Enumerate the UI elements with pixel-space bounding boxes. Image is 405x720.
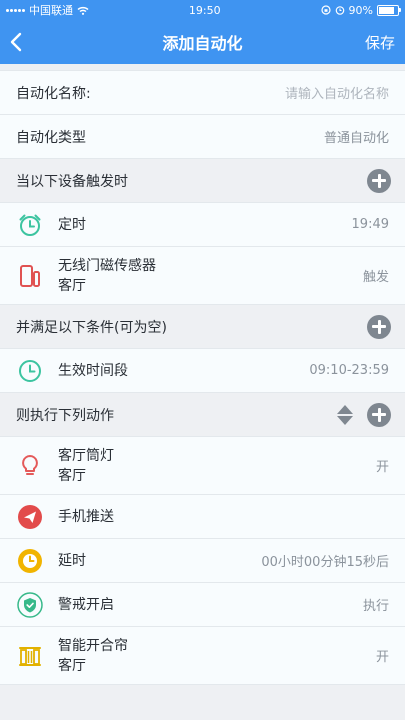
alarm-icon <box>335 6 344 15</box>
clock-icon <box>16 357 44 385</box>
conditions-header: 并满足以下条件(可为空) <box>0 305 405 349</box>
add-trigger-button[interactable] <box>367 168 391 193</box>
sort-icon[interactable] <box>335 403 355 427</box>
back-button[interactable] <box>10 27 40 57</box>
action-value: 00小时00分钟15秒后 <box>261 555 389 570</box>
door-sensor-icon <box>16 262 44 290</box>
action-title: 手机推送 <box>58 508 114 525</box>
alarm-clock-icon <box>16 211 44 239</box>
curtain-icon <box>16 642 44 670</box>
action-item-delay[interactable]: 延时 00小时00分钟15秒后 <box>0 539 405 583</box>
action-item-curtain[interactable]: 智能开合帘 客厅 开 <box>0 627 405 685</box>
automation-type-row[interactable]: 自动化类型 普通自动化 <box>0 115 405 159</box>
automation-type-value: 普通自动化 <box>323 131 389 146</box>
action-title: 客厅筒灯 <box>58 447 114 464</box>
automation-name-row[interactable]: 自动化名称: 请输入自动化名称 <box>0 71 405 115</box>
shield-icon <box>16 591 44 619</box>
status-time: 19:50 <box>188 3 221 17</box>
triggers-header: 当以下设备触发时 <box>0 159 405 203</box>
add-condition-button[interactable] <box>367 314 391 339</box>
condition-value: 09:10-23:59 <box>309 363 389 378</box>
wifi-icon <box>77 6 89 15</box>
signal-icon <box>6 8 25 12</box>
trigger-title: 无线门磁传感器 <box>58 257 156 274</box>
timer-icon <box>16 547 44 575</box>
action-value: 执行 <box>362 599 389 614</box>
conditions-title: 并满足以下条件(可为空) <box>16 319 167 336</box>
carrier: 中国联通 <box>29 4 73 17</box>
action-room: 客厅 <box>58 657 86 674</box>
add-action-button[interactable] <box>367 402 391 427</box>
action-title: 警戒开启 <box>58 596 114 613</box>
paper-plane-icon <box>16 503 44 531</box>
action-item-light[interactable]: 客厅筒灯 客厅 开 <box>0 437 405 495</box>
trigger-item-timer[interactable]: 定时 19:49 <box>0 203 405 247</box>
nav-bar: 添加自动化 保存 <box>0 20 405 64</box>
action-item-push[interactable]: 手机推送 <box>0 495 405 539</box>
lock-rotation-icon <box>320 5 331 15</box>
triggers-title: 当以下设备触发时 <box>16 173 128 190</box>
condition-title: 生效时间段 <box>58 362 128 379</box>
trigger-value: 19:49 <box>351 217 389 232</box>
action-title: 智能开合帘 <box>58 637 128 654</box>
action-item-alarm-arm[interactable]: 警戒开启 执行 <box>0 583 405 627</box>
actions-header: 则执行下列动作 <box>0 393 405 437</box>
name-label: 自动化名称: <box>16 85 91 102</box>
action-value: 开 <box>375 460 389 475</box>
actions-title: 则执行下列动作 <box>16 407 114 424</box>
battery-percent: 90% <box>348 3 373 17</box>
chevron-left-icon <box>10 32 22 52</box>
page-title: 添加自动化 <box>162 34 243 53</box>
trigger-item-door-sensor[interactable]: 无线门磁传感器 客厅 触发 <box>0 247 405 305</box>
automation-name-input[interactable]: 请输入自动化名称 <box>285 83 389 102</box>
action-value: 开 <box>375 650 389 665</box>
light-bulb-icon <box>16 452 44 480</box>
trigger-title: 定时 <box>58 216 86 233</box>
action-title: 延时 <box>58 552 86 569</box>
battery-icon <box>377 4 401 16</box>
type-label: 自动化类型 <box>16 129 86 146</box>
status-bar: 中国联通 19:50 90% <box>0 0 405 20</box>
trigger-room: 客厅 <box>58 277 86 294</box>
trigger-value: 触发 <box>362 270 389 285</box>
condition-item-time-range[interactable]: 生效时间段 09:10-23:59 <box>0 349 405 393</box>
save-button[interactable]: 保存 <box>365 32 395 53</box>
action-room: 客厅 <box>58 467 86 484</box>
